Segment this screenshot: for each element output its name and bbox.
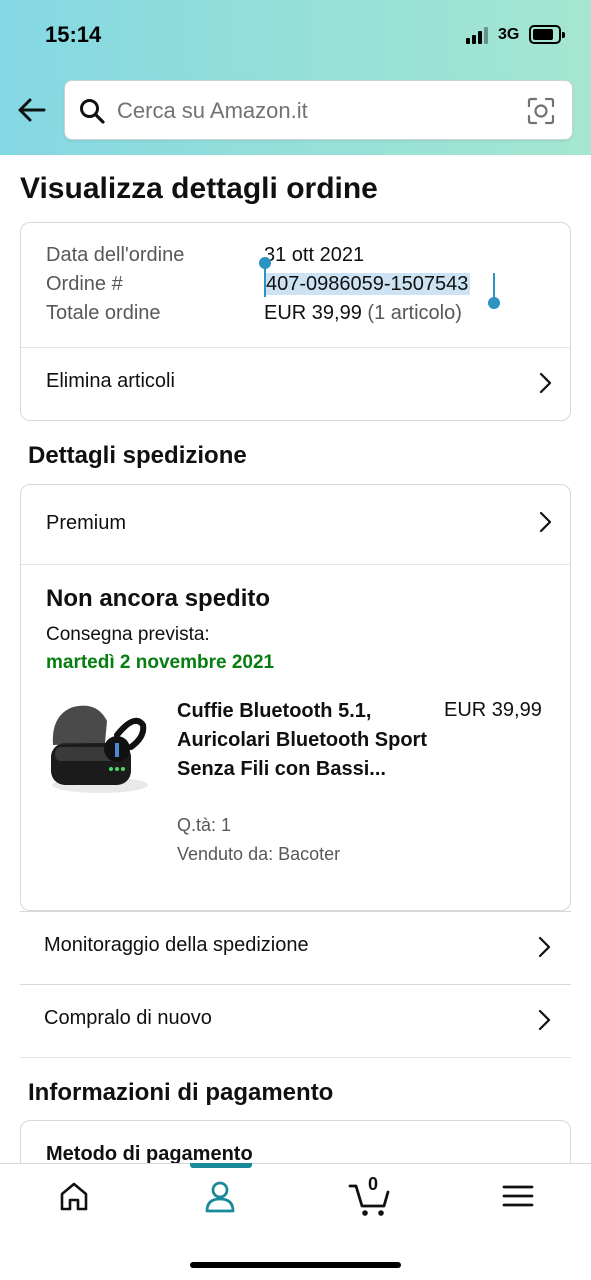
shipping-service-row[interactable]: Premium bbox=[21, 485, 570, 564]
product-title-link[interactable]: Cuffie Bluetooth 5.1, Auricolari Bluetoo… bbox=[177, 697, 427, 784]
product-quantity: Q.tà: 1 bbox=[177, 815, 232, 835]
search-box[interactable] bbox=[64, 80, 573, 140]
status-bar: 15:14 3G bbox=[0, 0, 591, 70]
product-image[interactable] bbox=[45, 695, 155, 805]
chevron-right-icon bbox=[538, 511, 552, 533]
camera-scan-icon[interactable] bbox=[527, 97, 555, 125]
order-total-value: EUR 39,99 (1 articolo) bbox=[264, 302, 462, 325]
order-number-label: Ordine # bbox=[46, 273, 123, 295]
order-total-items: (1 articolo) bbox=[367, 302, 462, 324]
order-total-amount: EUR 39,99 bbox=[264, 302, 362, 324]
order-date-label: Data dell'ordine bbox=[46, 244, 185, 266]
delivery-label: Consegna prevista: bbox=[46, 624, 210, 645]
status-time: 15:14 bbox=[45, 22, 102, 47]
home-indicator bbox=[190, 1262, 401, 1268]
battery-icon bbox=[529, 25, 565, 44]
signal-icon bbox=[466, 26, 492, 44]
buy-again-row[interactable]: Compralo di nuovo bbox=[20, 984, 571, 1056]
delete-items-row[interactable]: Elimina articoli bbox=[21, 348, 570, 420]
menu-icon[interactable] bbox=[500, 1178, 540, 1218]
chevron-right-icon bbox=[537, 1009, 551, 1031]
product-price: EUR 39,99 bbox=[444, 699, 542, 721]
selection-end-handle[interactable] bbox=[488, 297, 500, 309]
selected-order-number[interactable]: 407-0986059-1507543 bbox=[264, 273, 471, 295]
chevron-right-icon bbox=[537, 936, 551, 958]
order-total-label: Totale ordine bbox=[46, 302, 161, 324]
cart-icon[interactable]: 0 bbox=[348, 1174, 392, 1218]
account-icon[interactable] bbox=[202, 1178, 242, 1218]
track-shipment-label: Monitoraggio della spedizione bbox=[44, 934, 309, 956]
active-tab-indicator bbox=[190, 1163, 252, 1168]
order-summary-card: Data dell'ordine 31 ott 2021 Ordine # 40… bbox=[20, 222, 571, 421]
order-number-value[interactable]: 407-0986059-1507543 bbox=[264, 273, 471, 296]
page-title: Visualizza dettagli ordine bbox=[20, 172, 378, 205]
app-header: 15:14 3G bbox=[0, 0, 591, 155]
home-icon[interactable] bbox=[56, 1178, 96, 1218]
product-seller: Venduto da: Bacoter bbox=[177, 844, 341, 864]
divider bbox=[21, 564, 570, 565]
buy-again-label: Compralo di nuovo bbox=[44, 1007, 212, 1029]
order-date-value: 31 ott 2021 bbox=[264, 244, 365, 266]
shipping-service-label: Premium bbox=[46, 512, 127, 534]
chevron-right-icon bbox=[538, 372, 552, 394]
selection-start-handle[interactable] bbox=[259, 257, 271, 269]
cart-count: 0 bbox=[367, 1174, 378, 1194]
shipping-section-title: Dettagli spedizione bbox=[28, 442, 247, 469]
back-arrow-icon[interactable] bbox=[16, 94, 48, 126]
shipment-status: Non ancora spedito bbox=[46, 585, 271, 612]
delete-items-label: Elimina articoli bbox=[46, 370, 175, 392]
payment-section-title: Informazioni di pagamento bbox=[28, 1079, 334, 1106]
search-input[interactable] bbox=[117, 95, 517, 127]
divider bbox=[20, 1057, 571, 1058]
delivery-date: martedì 2 novembre 2021 bbox=[46, 652, 275, 673]
shipping-card: Premium Non ancora spedito Consegna prev… bbox=[20, 484, 571, 911]
search-icon bbox=[79, 98, 105, 124]
track-shipment-row[interactable]: Monitoraggio della spedizione bbox=[20, 911, 571, 983]
network-type: 3G bbox=[498, 26, 520, 43]
